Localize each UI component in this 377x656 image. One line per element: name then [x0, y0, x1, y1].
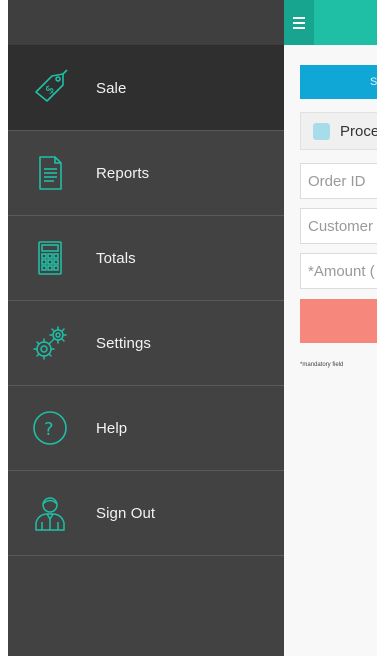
order-id-placeholder: Order ID [308, 172, 366, 190]
primary-action-button[interactable]: S [300, 65, 377, 99]
calculator-icon [30, 238, 70, 278]
top-app-bar [284, 0, 377, 45]
menu-item-settings[interactable]: Settings [8, 301, 284, 386]
help-question-icon: ? [30, 408, 70, 448]
amount-input[interactable]: *Amount ( [300, 253, 377, 289]
menu-item-sale[interactable]: $ Sale [8, 46, 284, 131]
menu-item-label: Help [96, 419, 128, 437]
customer-input[interactable]: Customer [300, 208, 377, 244]
checkbox-icon[interactable] [313, 122, 330, 140]
menu-item-label: Totals [96, 249, 136, 267]
checkbox-label: Proce [340, 122, 377, 140]
app-frame: $ Sale Reports Totals Settings ? Help Si… [0, 0, 377, 656]
device-bezel [0, 0, 8, 656]
process-checkbox-row[interactable]: Proce [300, 112, 377, 150]
main-content: S Proce Order ID Customer *Amount ( *man… [284, 0, 377, 656]
menu-item-label: Sign Out [96, 504, 156, 522]
drawer-header [8, 0, 284, 46]
svg-text:?: ? [44, 419, 54, 440]
gears-icon [30, 323, 70, 363]
menu-item-label: Sale [96, 79, 127, 97]
hamburger-menu-icon[interactable] [284, 0, 314, 45]
order-id-input[interactable]: Order ID [300, 163, 377, 199]
user-sign-out-icon [30, 493, 70, 533]
primary-action-label: S [370, 76, 377, 88]
submit-button[interactable] [300, 299, 377, 343]
mandatory-field-note: *mandatory field [300, 362, 344, 368]
amount-placeholder: *Amount ( [308, 262, 375, 280]
navigation-drawer: $ Sale Reports Totals Settings ? Help Si… [8, 0, 284, 656]
menu-item-sign-out[interactable]: Sign Out [8, 471, 284, 556]
report-document-icon [30, 153, 70, 193]
svg-text:$: $ [42, 82, 57, 97]
menu-item-label: Reports [96, 164, 150, 182]
customer-placeholder: Customer [308, 217, 374, 235]
menu-item-totals[interactable]: Totals [8, 216, 284, 301]
menu-item-label: Settings [96, 334, 151, 352]
menu-item-reports[interactable]: Reports [8, 131, 284, 216]
sale-tag-icon: $ [30, 68, 70, 108]
menu-item-help[interactable]: ? Help [8, 386, 284, 471]
